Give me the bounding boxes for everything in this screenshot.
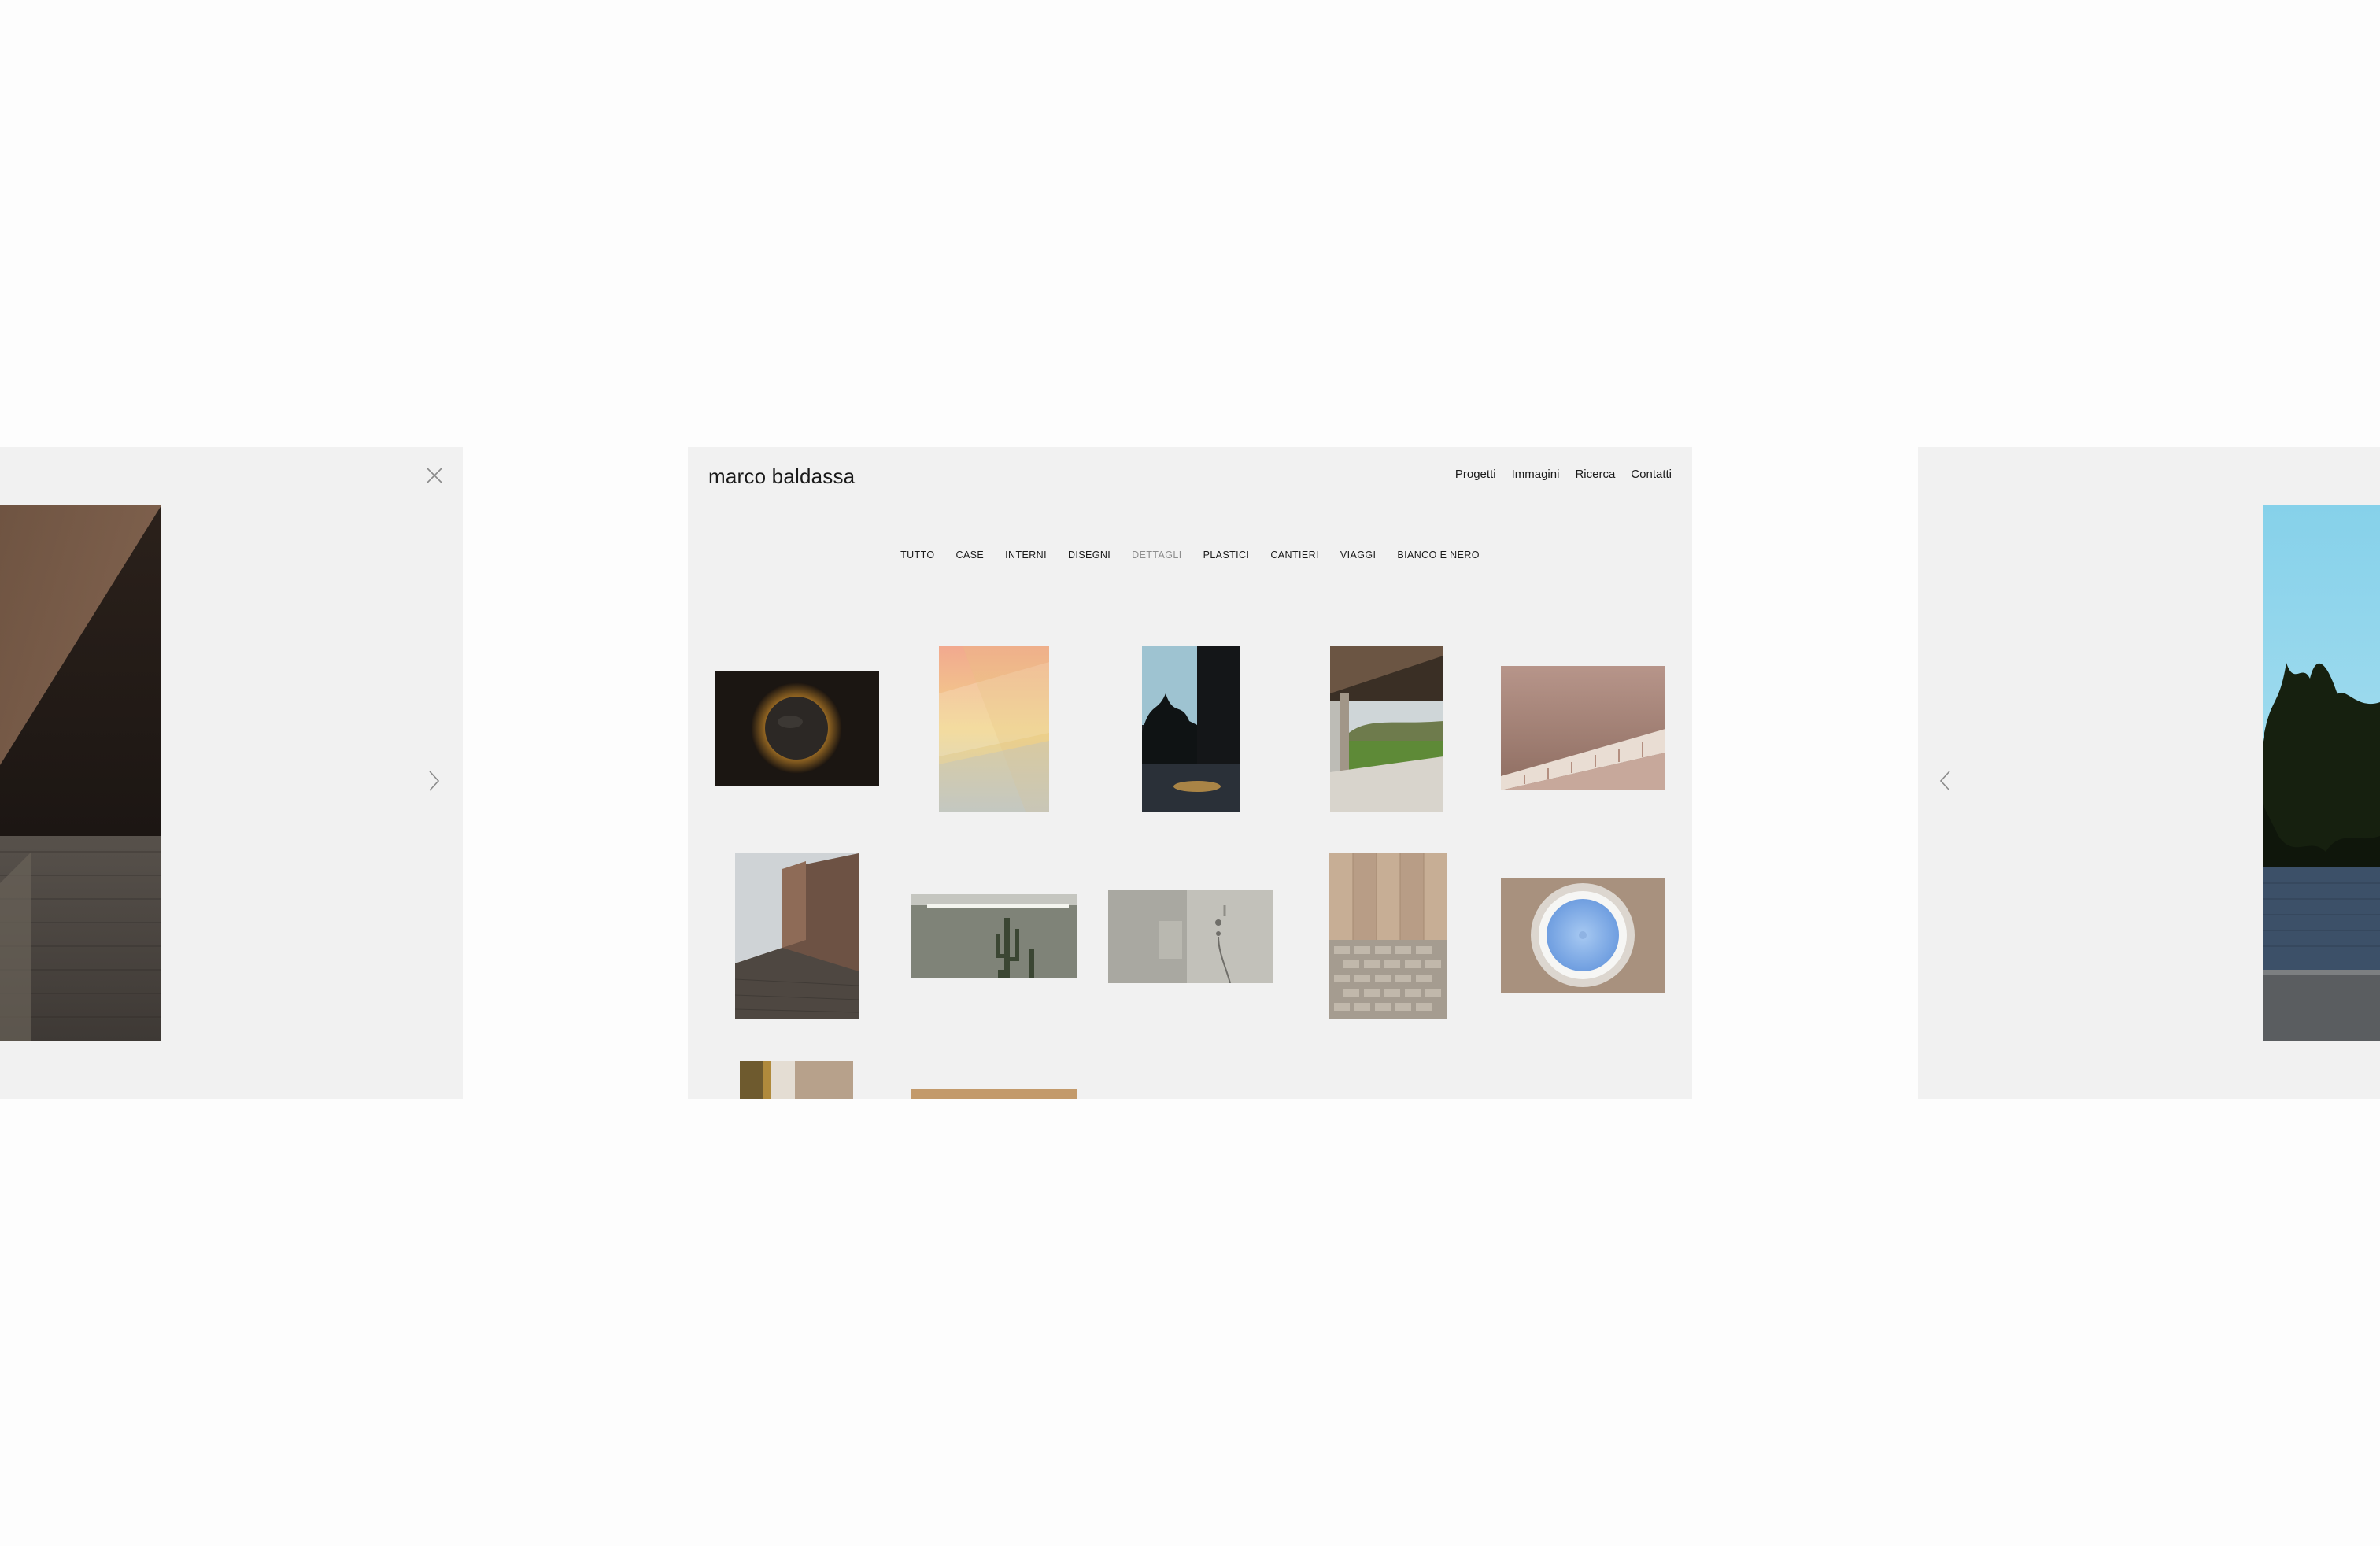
nav-item-immagini[interactable]: Immagini	[1512, 468, 1560, 481]
filter-disegni[interactable]: DISEGNI	[1068, 549, 1111, 560]
current-slide-panel: marco baldassa Progetti Immagini Ricerca…	[688, 447, 1692, 1099]
chevron-right-icon[interactable]	[422, 765, 444, 797]
filter-tutto[interactable]: TUTTO	[900, 549, 934, 560]
thumbnail-portico-garden[interactable]	[1330, 646, 1443, 812]
thumbnail-wood-strip[interactable]	[911, 1089, 1077, 1099]
thumbnail-concrete-facade[interactable]	[735, 853, 859, 1019]
filter-dettagli[interactable]: DETTAGLI	[1132, 549, 1181, 560]
thumbnail-eclipse-light[interactable]	[715, 671, 879, 786]
next-slide-photo[interactable]	[2263, 505, 2380, 1041]
filter-cantieri[interactable]: CANTIERI	[1270, 549, 1319, 560]
nav-item-progetti[interactable]: Progetti	[1455, 468, 1496, 481]
thumbnail-wood-column[interactable]	[740, 1061, 853, 1099]
nav-item-contatti[interactable]: Contatti	[1631, 468, 1672, 481]
category-filter: TUTTO CASE INTERNI DISEGNI DETTAGLI PLAS…	[688, 549, 1692, 560]
chevron-left-icon[interactable]	[1935, 765, 1957, 797]
filter-interni[interactable]: INTERNI	[1005, 549, 1047, 560]
site-logo[interactable]: marco baldassa	[708, 464, 855, 489]
thumbnail-round-skylight[interactable]	[1501, 878, 1665, 993]
nav-item-ricerca[interactable]: Ricerca	[1575, 468, 1615, 481]
thumbnail-shower-wall[interactable]	[1108, 890, 1273, 983]
thumbnail-wood-paving[interactable]	[1329, 853, 1447, 1019]
filter-plastici[interactable]: PLASTICI	[1203, 549, 1250, 560]
previous-slide-photo[interactable]	[0, 505, 161, 1041]
main-nav: Progetti Immagini Ricerca Contatti	[1455, 468, 1672, 481]
lightbox-stage: marco baldassa Progetti Immagini Ricerca…	[0, 0, 2380, 1546]
filter-case[interactable]: CASE	[956, 549, 985, 560]
filter-bianco-e-nero[interactable]: BIANCO E NERO	[1397, 549, 1480, 560]
filter-viaggi[interactable]: VIAGGI	[1340, 549, 1376, 560]
thumbnail-pastel-gradient[interactable]	[939, 646, 1049, 812]
thumbnail-dark-trees-light[interactable]	[1142, 646, 1240, 812]
close-icon[interactable]	[423, 464, 445, 486]
thumbnail-timber-ceiling[interactable]	[1501, 666, 1665, 790]
thumbnail-cactus-niche[interactable]	[911, 894, 1077, 978]
